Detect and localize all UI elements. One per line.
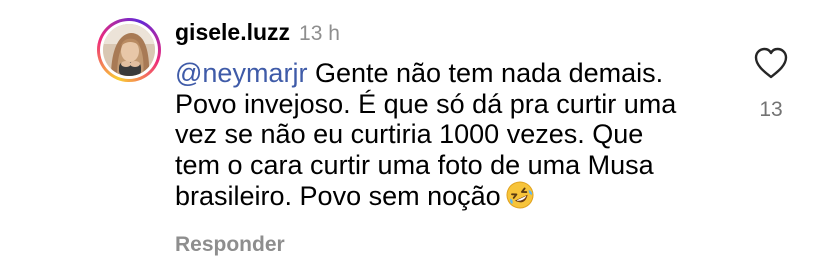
avatar-story-ring[interactable] (97, 18, 161, 82)
like-count: 13 (759, 98, 783, 121)
comment-text-line-2: Povo invejoso. É que só dá pra curtir um… (175, 88, 677, 119)
mention-link[interactable]: @neymarjr (175, 58, 307, 88)
like-button[interactable] (753, 46, 789, 80)
heart-outline-icon (754, 47, 788, 79)
avatar-ring-gap (100, 21, 158, 79)
comment-text-line-5: brasileiro. Povo sem noção (175, 181, 501, 211)
comment-text-line-3: vez se não eu curtiria 1000 vezes. Que (175, 119, 644, 149)
avatar[interactable] (103, 24, 155, 76)
username-link[interactable]: gisele.luzz (175, 19, 290, 46)
comment-text-line-1: Gente não tem nada demais. (307, 58, 664, 88)
reply-button[interactable]: Responder (175, 233, 285, 257)
comment-header: gisele.luzz 13 h (175, 19, 340, 49)
comment-text: @neymarjr Gente não tem nada demais. Povo… (175, 58, 735, 217)
comment-timestamp: 13 h (299, 22, 340, 45)
avatar-photo (103, 24, 155, 76)
rolling-laughing-emoji-icon (505, 180, 535, 217)
comment-text-line-4: tem o cara curtir uma foto de uma Musa (175, 149, 654, 180)
comment-item: gisele.luzz 13 h @neymarjr Gente não tem… (0, 0, 828, 277)
